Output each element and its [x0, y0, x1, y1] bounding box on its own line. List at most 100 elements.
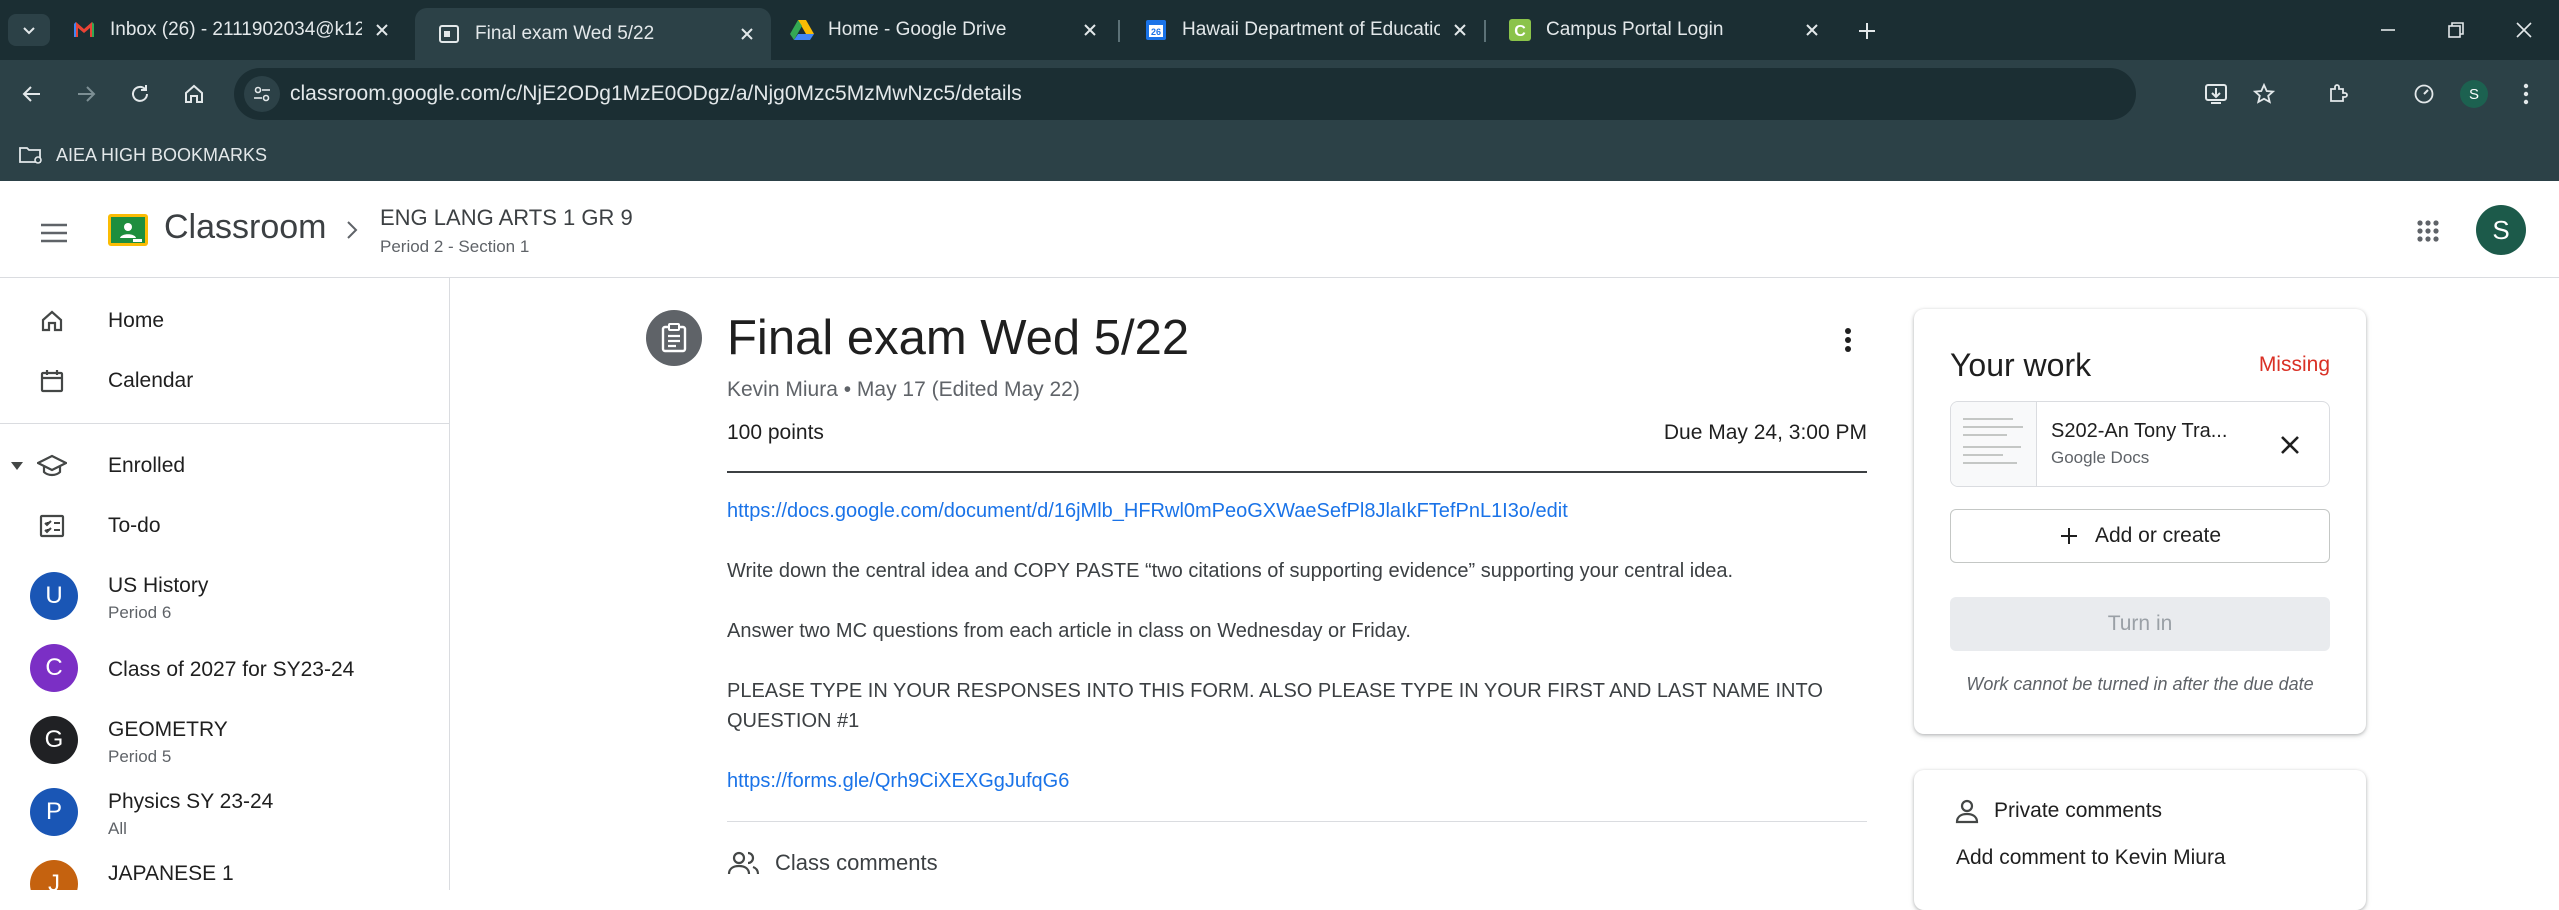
- classroom-logo[interactable]: [108, 214, 148, 246]
- google-apps-button[interactable]: [2404, 207, 2452, 255]
- install-icon: [2205, 84, 2227, 104]
- breadcrumb-chevron-icon: [338, 216, 366, 244]
- bookmarks-bar: AIEA HIGH BOOKMARKS: [0, 129, 2559, 181]
- sidebar-course-class-of-2027[interactable]: C Class of 2027 for SY23-24: [0, 632, 449, 704]
- close-tab-icon[interactable]: [733, 20, 761, 48]
- restore-button[interactable]: [2436, 12, 2476, 48]
- close-tab-icon[interactable]: [1798, 16, 1826, 44]
- classroom-header: Classroom ENG LANG ARTS 1 GR 9 Period 2 …: [0, 181, 2559, 278]
- tab-search-button[interactable]: [8, 14, 50, 46]
- assignment-divider: [727, 471, 1867, 473]
- site-info-button[interactable]: [244, 76, 280, 112]
- remove-attachment-button[interactable]: [2273, 428, 2307, 462]
- plus-icon: [2060, 528, 2077, 544]
- form-link-text[interactable]: https://forms.gle/Qrh9CiXEXGgJufqG6: [727, 770, 1069, 792]
- breadcrumb-course-title[interactable]: ENG LANG ARTS 1 GR 9: [380, 205, 633, 231]
- kebab-menu-icon: [1845, 328, 1851, 352]
- tab-google-drive[interactable]: Home - Google Drive: [768, 8, 1114, 52]
- performance-button[interactable]: [2404, 74, 2444, 114]
- doc-thumbnail: [1951, 402, 2037, 486]
- people-icon: [727, 851, 760, 875]
- doc-link-text[interactable]: https://docs.google.com/document/d/16jMl…: [727, 500, 1568, 522]
- close-tab-icon[interactable]: [368, 16, 396, 44]
- gmail-icon: [72, 18, 96, 42]
- campus-c-icon: C: [1508, 18, 1532, 42]
- tab-title: Hawaii Department of Education: [1182, 19, 1440, 40]
- install-app-button[interactable]: [2196, 74, 2236, 114]
- restore-icon: [2448, 22, 2464, 38]
- bookmark-star-button[interactable]: [2244, 74, 2284, 114]
- main-menu-button[interactable]: [30, 209, 78, 257]
- tab-gmail[interactable]: Inbox (26) - 2111902034@k12.hi.us: [50, 8, 406, 52]
- assignment-due-date: Due May 24, 3:00 PM: [1663, 421, 1867, 444]
- bookmark-folder-label: AIEA HIGH BOOKMARKS: [56, 144, 268, 165]
- breadcrumb-course-subtitle: Period 2 - Section 1: [380, 237, 530, 256]
- todo-checklist-icon: [32, 506, 72, 546]
- hamburger-icon: [41, 223, 67, 243]
- course-name: US History: [108, 574, 209, 597]
- add-or-create-button[interactable]: Add or create: [1950, 509, 2330, 563]
- assignment-icon: [646, 310, 702, 366]
- course-avatar: J: [30, 860, 78, 890]
- reload-button[interactable]: [120, 74, 160, 114]
- address-bar[interactable]: classroom.google.com/c/NjE2ODg1MzE0ODgz/…: [234, 68, 2136, 120]
- sidebar-divider: [0, 423, 449, 424]
- sidebar-course-geometry[interactable]: G GEOMETRY Period 5: [0, 704, 449, 776]
- private-comments-card: Private comments Add comment to Kevin Mi…: [1914, 770, 2366, 910]
- extensions-button[interactable]: [2318, 74, 2358, 114]
- tab-campus-portal[interactable]: C Campus Portal Login: [1486, 8, 1836, 52]
- bookmark-folder-aiea[interactable]: AIEA HIGH BOOKMARKS: [18, 139, 267, 171]
- private-comments-title: Private comments: [1994, 799, 2163, 822]
- assignment-doc-link[interactable]: https://docs.google.com/document/d/16jMl…: [727, 496, 1867, 526]
- sidebar-course-japanese[interactable]: J JAPANESE 1: [0, 848, 449, 890]
- speedometer-icon: [2414, 84, 2434, 104]
- new-tab-button[interactable]: [1850, 14, 1884, 48]
- sidebar-item-enrolled[interactable]: Enrolled: [0, 436, 449, 496]
- due-date-note: Work cannot be turned in after the due d…: [1966, 674, 2314, 694]
- minimize-button[interactable]: [2368, 12, 2408, 48]
- app-name[interactable]: Classroom: [164, 208, 326, 247]
- attachment-google-doc[interactable]: S202-An Tony Tra... Google Docs: [1950, 401, 2330, 487]
- chevron-down-icon: [23, 27, 35, 35]
- sidebar-item-home[interactable]: Home: [0, 291, 449, 351]
- managed-folder-icon: [19, 147, 42, 164]
- private-comments-header: Private comments: [1954, 798, 2162, 824]
- course-avatar: G: [30, 716, 78, 764]
- home-icon: [32, 301, 72, 341]
- close-tab-icon[interactable]: [1446, 16, 1474, 44]
- course-section: Period 5: [108, 747, 172, 766]
- class-comments-header: Class comments: [727, 850, 938, 876]
- puzzle-icon: [2330, 84, 2348, 102]
- account-avatar[interactable]: S: [2476, 205, 2526, 255]
- sidebar-item-label: Calendar: [108, 369, 194, 392]
- profile-button[interactable]: S: [2454, 74, 2494, 114]
- reload-icon: [132, 85, 148, 102]
- tab-hawaii-doe[interactable]: 26 Hawaii Department of Education: [1122, 8, 1484, 52]
- home-button[interactable]: [174, 74, 214, 114]
- browser-tabstrip: Inbox (26) - 2111902034@k12.hi.us Final …: [0, 0, 2559, 60]
- close-tab-icon[interactable]: [1076, 16, 1104, 44]
- tab-title: Inbox (26) - 2111902034@k12.hi.us: [110, 19, 362, 40]
- sidebar-item-label: Home: [108, 309, 165, 332]
- forward-button[interactable]: [66, 74, 106, 114]
- course-section: All: [108, 819, 127, 838]
- arrow-right-icon: [78, 86, 96, 102]
- course-avatar: C: [30, 644, 78, 692]
- sidebar-item-calendar[interactable]: Calendar: [0, 351, 449, 411]
- graduation-cap-icon: [32, 446, 72, 486]
- class-comments-label: Class comments: [775, 850, 938, 875]
- turn-in-button[interactable]: Turn in: [1950, 597, 2330, 651]
- sidebar-item-todo[interactable]: To-do: [0, 496, 449, 556]
- assignment-form-link[interactable]: https://forms.gle/Qrh9CiXEXGgJufqG6: [727, 766, 1867, 796]
- assignment-more-button[interactable]: [1826, 318, 1870, 362]
- add-private-comment-link[interactable]: Add comment to Kevin Miura: [1956, 846, 2226, 870]
- sidebar-course-us-history[interactable]: U US History Period 6: [0, 560, 449, 632]
- back-button[interactable]: [12, 74, 52, 114]
- kebab-menu-icon: [2523, 83, 2529, 105]
- close-window-button[interactable]: [2504, 12, 2544, 48]
- sidebar-course-physics[interactable]: P Physics SY 23-24 All: [0, 776, 449, 848]
- browser-menu-button[interactable]: [2506, 74, 2546, 114]
- svg-text:C: C: [1514, 23, 1526, 40]
- assignment-title: Final exam Wed 5/22: [727, 311, 1190, 365]
- tab-final-exam[interactable]: Final exam Wed 5/22: [415, 8, 771, 60]
